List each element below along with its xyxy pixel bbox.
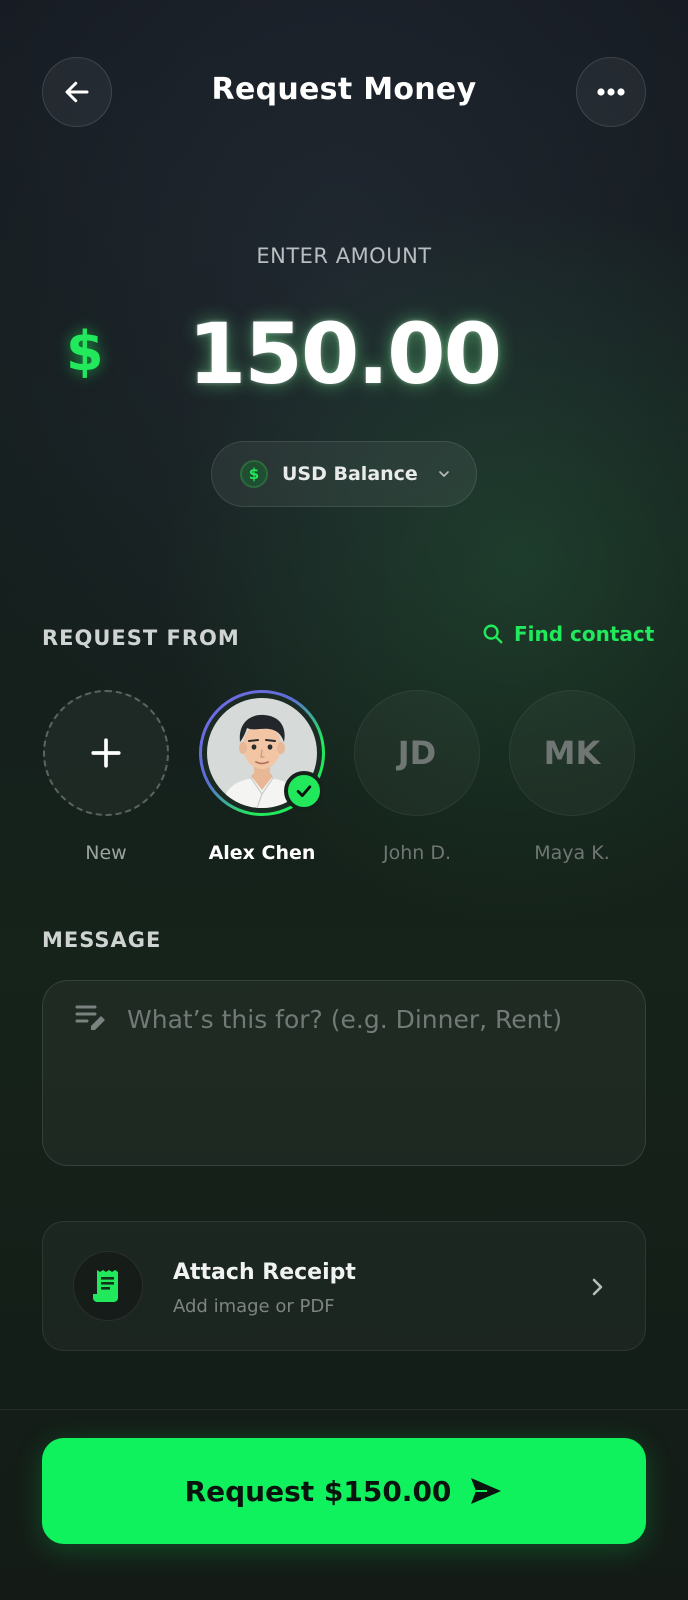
more-options-button[interactable] xyxy=(576,57,646,127)
chevron-down-icon xyxy=(438,471,449,477)
check-icon xyxy=(296,785,312,797)
message-label: MESSAGE xyxy=(42,928,162,952)
attach-receipt-card[interactable]: Attach Receipt Add image or PDF xyxy=(42,1221,646,1351)
contact-alex-chen[interactable]: Alex Chen xyxy=(198,690,326,864)
initials-avatar[interactable]: JD xyxy=(354,690,480,816)
initials-avatar[interactable]: MK xyxy=(509,690,635,816)
avatar[interactable] xyxy=(199,690,325,816)
request-button-label: Request $150.00 xyxy=(184,1474,452,1508)
request-money-screen: Request Money ENTER AMOUNT $ 150.00 $ US… xyxy=(0,0,688,1600)
contact-john-d[interactable]: JD John D. xyxy=(353,690,481,864)
request-from-label: REQUEST FROM xyxy=(42,626,240,650)
contact-name: Maya K. xyxy=(534,842,610,864)
balance-selector[interactable]: $ USD Balance xyxy=(211,441,477,507)
more-horizontal-icon xyxy=(597,88,625,96)
send-icon xyxy=(469,1476,503,1506)
amount-label: ENTER AMOUNT xyxy=(256,244,432,268)
message-input[interactable] xyxy=(127,1005,627,1034)
dollar-coin-icon: $ xyxy=(240,460,268,488)
receipt-icon-circle xyxy=(73,1251,143,1321)
balance-label: USD Balance xyxy=(282,463,418,485)
request-button[interactable]: Request $150.00 xyxy=(42,1438,646,1544)
edit-note-icon xyxy=(75,1005,105,1030)
search-icon xyxy=(483,624,503,644)
find-contact-link[interactable]: Find contact xyxy=(482,622,654,646)
contact-name: New xyxy=(85,842,127,864)
bottom-divider xyxy=(0,1409,688,1410)
attach-receipt-subtitle: Add image or PDF xyxy=(173,1296,335,1317)
amount-value[interactable]: 150.00 xyxy=(0,305,688,403)
contact-maya-k[interactable]: MK Maya K. xyxy=(508,690,636,864)
find-contact-label: Find contact xyxy=(514,622,655,646)
contact-name: Alex Chen xyxy=(208,842,316,864)
contact-new[interactable]: New xyxy=(42,690,170,864)
add-contact-circle[interactable] xyxy=(43,690,169,816)
contact-initials: JD xyxy=(397,734,437,772)
receipt-icon xyxy=(93,1270,118,1302)
chevron-right-icon xyxy=(592,1278,603,1296)
attach-receipt-title: Attach Receipt xyxy=(173,1260,356,1285)
selected-check-badge xyxy=(284,771,324,811)
contact-name: John D. xyxy=(382,842,452,864)
plus-icon xyxy=(91,738,121,768)
message-box[interactable] xyxy=(42,980,646,1166)
contact-initials: MK xyxy=(543,734,601,772)
